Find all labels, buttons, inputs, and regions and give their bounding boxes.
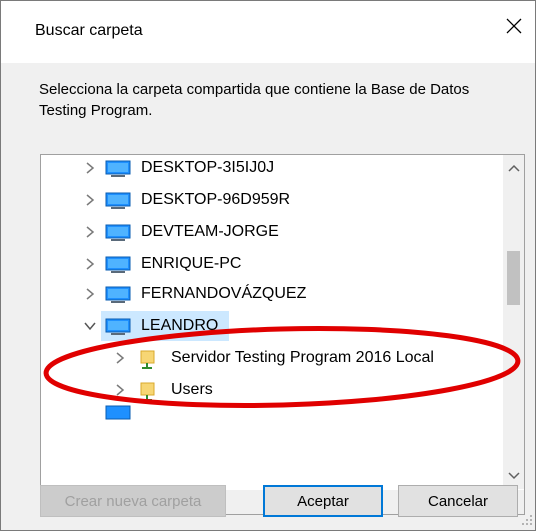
close-icon [506,18,522,34]
shared-folder-icon [140,350,155,369]
tree-item-label: FERNANDOVÁZQUEZ [141,285,307,302]
accept-button[interactable]: Aceptar [263,485,383,517]
tree-item-label: ENRIQUE-PC [141,255,242,272]
computer-icon [105,286,131,303]
tree-item-desktop-3i5ij0j[interactable]: DESKTOP-3I5IJ0J [41,155,491,183]
tree-item-label: DESKTOP-3I5IJ0J [141,159,275,176]
window-title: Buscar carpeta [35,22,143,39]
tree-item-partial [41,405,491,420]
cancel-label: Cancelar [427,492,489,510]
accept-label: Aceptar [297,492,349,510]
scroll-up-icon[interactable] [508,163,520,173]
tree-item-label: DEVTEAM-JORGE [141,223,279,240]
tree-item-leandro[interactable]: LEANDRO [101,311,229,341]
cancel-button[interactable]: Cancelar [398,485,518,517]
vertical-scrollbar[interactable] [503,155,524,489]
chevron-right-icon[interactable] [113,351,127,365]
browse-folder-dialog: Buscar carpeta Selecciona la carpeta com… [0,0,536,531]
dialog-body: Selecciona la carpeta compartida que con… [1,63,535,530]
chevron-right-icon[interactable] [83,193,97,207]
computer-icon [105,318,131,335]
tree-item-label: Servidor Testing Program 2016 Local [171,349,434,366]
computer-icon [105,224,131,241]
folder-tree[interactable]: DESKTOP-3I5IJ0J DESKTOP-96D959R DEVTEAM-… [40,154,525,515]
tree-item-desktop-96d959r[interactable]: DESKTOP-96D959R [41,185,491,215]
chevron-down-icon[interactable] [83,319,97,333]
tree-item-devteam-jorge[interactable]: DEVTEAM-JORGE [41,217,491,247]
close-button[interactable] [501,13,527,39]
chevron-right-icon[interactable] [83,225,97,239]
computer-icon [105,405,131,420]
chevron-right-icon[interactable] [83,257,97,271]
chevron-right-icon[interactable] [83,161,97,175]
computer-icon [105,192,131,209]
new-folder-button[interactable]: Crear nueva carpeta [40,485,226,517]
tree-item-label: LEANDRO [141,317,219,334]
computer-icon [105,160,131,177]
shared-folder-icon [140,382,155,401]
chevron-right-icon[interactable] [83,287,97,301]
computer-icon [105,256,131,273]
tree-item-fernandovazquez[interactable]: FERNANDOVÁZQUEZ [41,279,491,309]
tree-item-label: Users [171,381,213,398]
tree-item-servidor-testing-program[interactable]: Servidor Testing Program 2016 Local [41,343,491,373]
tree-item-users[interactable]: Users [41,375,491,405]
tree-item-enrique-pc[interactable]: ENRIQUE-PC [41,249,491,279]
new-folder-label: Crear nueva carpeta [64,492,202,510]
instruction-text: Selecciona la carpeta compartida que con… [39,81,470,119]
resize-grip-icon[interactable] [521,514,533,526]
vertical-scroll-thumb[interactable] [507,251,520,305]
scroll-down-icon[interactable] [508,471,520,481]
tree-item-label: DESKTOP-96D959R [141,191,291,208]
chevron-right-icon[interactable] [113,383,127,397]
title-bar[interactable]: Buscar carpeta [1,1,535,63]
